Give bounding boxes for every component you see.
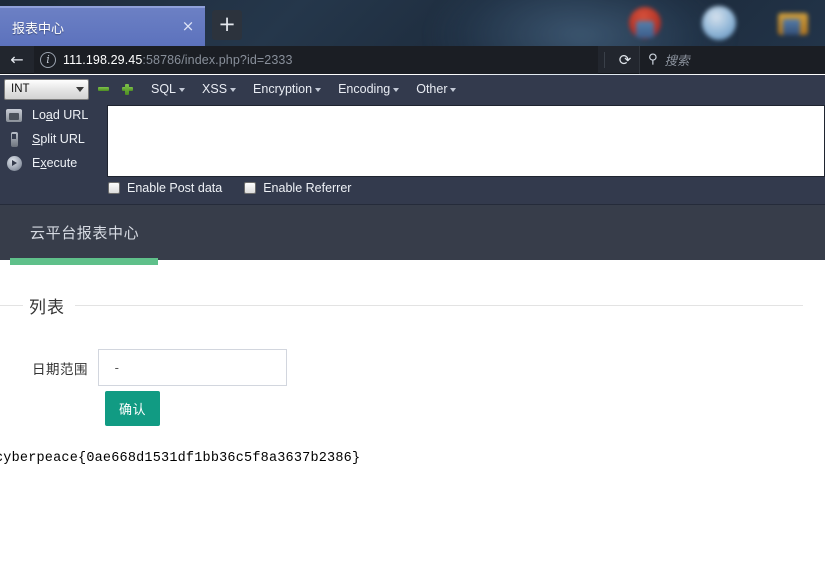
date-range-row: 日期范围 xyxy=(0,349,825,386)
search-placeholder: 搜索 xyxy=(664,54,690,68)
active-nav-underline xyxy=(10,258,158,265)
load-url-label: Load URL xyxy=(32,108,89,122)
split-url-label: Split URL xyxy=(32,132,85,146)
hackbar-menu-xss-label: XSS xyxy=(202,82,228,96)
hackbar-options-row: Enable Post data Enable Referrer xyxy=(0,177,825,199)
confirm-button[interactable]: 确认 xyxy=(105,391,161,426)
date-range-label: 日期范围 xyxy=(32,361,88,377)
date-range-input[interactable] xyxy=(98,349,287,386)
hackbar-menu-sql[interactable]: SQL xyxy=(151,82,186,96)
hackbar-menu-encoding-label: Encoding xyxy=(338,82,391,96)
flag-output-text: cyberpeace{0ae668d1531df1bb36c5f8a3637b2… xyxy=(0,451,361,466)
page-content: 列表 日期范围 确认 cyberpeace{0ae668d1531df1bb36… xyxy=(0,260,825,466)
site-header: 云平台报表中心 xyxy=(0,205,825,265)
add-row-icon[interactable] xyxy=(117,79,137,99)
browser-navigation-bar: ← i 111.198.29.45:58786/index.php?id=233… xyxy=(0,45,825,74)
hackbar-body: Load URL Split URL Execute xyxy=(0,103,825,177)
hackbar-menu-encoding[interactable]: Encoding xyxy=(338,82,400,96)
remove-row-icon[interactable] xyxy=(93,79,113,99)
hackbar-type-select[interactable]: INT xyxy=(4,78,89,100)
url-host: 111.198.29.45 xyxy=(63,52,143,67)
checkbox-icon[interactable] xyxy=(244,182,257,194)
list-fieldset: 列表 xyxy=(0,293,803,318)
submit-row: 确认 xyxy=(0,391,825,426)
url-path: :58786/index.php?id=2333 xyxy=(142,52,293,67)
hackbar-url-textarea[interactable] xyxy=(107,105,825,177)
load-url-button[interactable]: Load URL xyxy=(2,103,107,127)
chevron-down-icon xyxy=(315,88,322,92)
chevron-down-icon xyxy=(393,88,400,92)
plus-glyph xyxy=(121,83,133,95)
execute-label: Execute xyxy=(32,156,78,170)
chevron-down-icon xyxy=(76,86,84,92)
hackbar-panel: INT SQL XSS Encryption Encoding Other Lo… xyxy=(0,75,825,205)
close-icon[interactable]: × xyxy=(179,18,197,36)
search-bar[interactable]: ⚲ 搜索 xyxy=(639,45,825,74)
hackbar-menu-bar: SQL XSS Encryption Encoding Other xyxy=(151,82,457,96)
hackbar-menu-other[interactable]: Other xyxy=(416,82,457,96)
hackbar-menu-other-label: Other xyxy=(416,82,448,96)
nav-separator xyxy=(604,51,605,68)
browser-tab-title: 报表中心 xyxy=(12,20,65,36)
search-icon: ⚲ xyxy=(648,52,658,67)
back-arrow-icon[interactable]: ← xyxy=(0,46,34,74)
url-text: 111.198.29.45:58786/index.php?id=2333 xyxy=(63,53,293,67)
site-brand-title: 云平台报表中心 xyxy=(30,225,140,242)
url-bar[interactable]: i 111.198.29.45:58786/index.php?id=2333 xyxy=(34,45,598,74)
chevron-down-icon xyxy=(230,88,237,92)
hackbar-type-select-value: INT xyxy=(11,83,30,95)
chevron-down-icon xyxy=(450,88,457,92)
execute-button[interactable]: Execute xyxy=(2,151,107,175)
new-tab-icon[interactable]: + xyxy=(212,10,242,40)
page-title: 列表 xyxy=(23,293,75,318)
browser-tab-active[interactable]: 报表中心 × xyxy=(0,6,205,46)
split-url-icon xyxy=(4,129,24,149)
fieldset-divider xyxy=(0,305,803,306)
hackbar-toolbar-row: INT SQL XSS Encryption Encoding Other xyxy=(0,75,825,103)
enable-referrer-checkbox[interactable]: Enable Referrer xyxy=(244,181,351,195)
split-url-button[interactable]: Split URL xyxy=(2,127,107,151)
enable-post-data-label: Enable Post data xyxy=(127,181,223,195)
minus-glyph xyxy=(97,87,109,91)
enable-referrer-label: Enable Referrer xyxy=(263,181,352,195)
hackbar-action-list: Load URL Split URL Execute xyxy=(2,103,107,177)
page-viewport: 云平台报表中心 列表 日期范围 确认 cyberpeace{0ae668d153… xyxy=(0,205,825,579)
execute-icon xyxy=(4,153,24,173)
enable-post-data-checkbox[interactable]: Enable Post data xyxy=(108,181,222,195)
hackbar-menu-encryption[interactable]: Encryption xyxy=(253,82,322,96)
chevron-down-icon xyxy=(179,88,186,92)
hackbar-menu-sql-label: SQL xyxy=(151,82,177,96)
reload-icon[interactable]: ⟳ xyxy=(611,46,639,74)
hackbar-menu-encryption-label: Encryption xyxy=(253,82,313,96)
checkbox-icon[interactable] xyxy=(108,182,120,194)
page-info-icon[interactable]: i xyxy=(40,51,56,68)
load-url-icon xyxy=(4,105,24,125)
hackbar-menu-xss[interactable]: XSS xyxy=(202,82,237,96)
browser-tab-strip: 报表中心 × + xyxy=(0,0,825,46)
